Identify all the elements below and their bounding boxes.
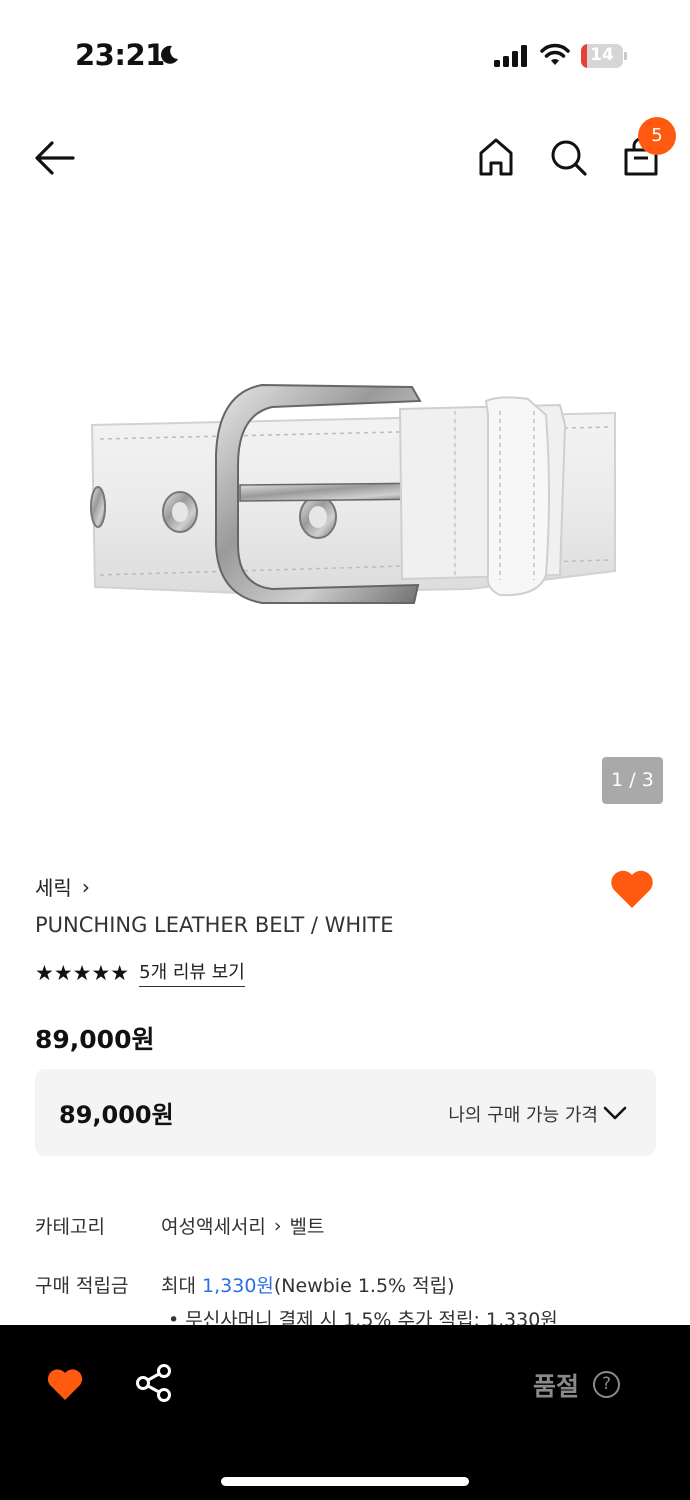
my-price-label: 나의 구매 가능 가격: [448, 1105, 598, 1126]
heart-icon[interactable]: [609, 868, 655, 910]
search-icon[interactable]: [548, 136, 588, 178]
cart-count-badge: 5: [638, 117, 676, 155]
brand-link[interactable]: 세릭 ›: [35, 872, 90, 901]
chevron-down-icon: [603, 1106, 627, 1120]
category-link-women-accessories[interactable]: 여성액세서리: [161, 1212, 266, 1239]
review-link[interactable]: 5개 리뷰 보기: [139, 958, 245, 987]
category-link-belt[interactable]: 벨트: [290, 1212, 325, 1239]
status-time: 23:21: [75, 38, 165, 72]
brand-name: 세릭: [35, 876, 72, 900]
share-icon[interactable]: [135, 1363, 173, 1403]
my-price-dropdown[interactable]: 89,000원 나의 구매 가능 가격: [35, 1069, 656, 1156]
home-icon[interactable]: [476, 136, 516, 178]
battery-level: 14: [590, 45, 614, 65]
heart-icon[interactable]: [46, 1368, 84, 1402]
points-prefix: 최대: [161, 1275, 196, 1297]
image-page-indicator: 1 / 3: [602, 757, 663, 804]
help-icon[interactable]: ?: [593, 1371, 620, 1398]
category-label: 카테고리: [35, 1216, 105, 1238]
category-breadcrumb: 여성액세서리 › 벨트: [161, 1212, 324, 1239]
cellular-signal-icon: [494, 45, 527, 67]
my-price-value: 89,000원: [59, 1101, 174, 1129]
points-value: 최대 1,330원 (Newbie 1.5% 적립): [161, 1271, 455, 1298]
star-rating-icon: ★★★★★: [35, 960, 130, 985]
back-arrow-icon[interactable]: [32, 137, 78, 179]
soldout-status: 품절: [533, 1372, 580, 1401]
chevron-right-icon: ›: [81, 874, 90, 899]
points-label: 구매 적립금: [35, 1275, 129, 1297]
rating-row: ★★★★★ 5개 리뷰 보기: [35, 958, 245, 987]
points-amount: 1,330원: [202, 1275, 274, 1297]
product-image[interactable]: [0, 215, 690, 835]
product-price: 89,000원: [35, 1025, 155, 1054]
status-bar: 23:21 14: [0, 0, 690, 110]
bottom-action-bar: 품절 ?: [0, 1325, 690, 1500]
points-suffix: (Newbie 1.5% 적립): [273, 1275, 455, 1297]
wifi-icon: [540, 43, 570, 65]
moon-icon: [161, 45, 178, 64]
product-title: PUNCHING LEATHER BELT / WHITE: [35, 913, 394, 937]
chevron-right-icon: ›: [273, 1214, 282, 1237]
home-indicator: [221, 1477, 469, 1486]
battery-icon: 14: [581, 44, 627, 68]
